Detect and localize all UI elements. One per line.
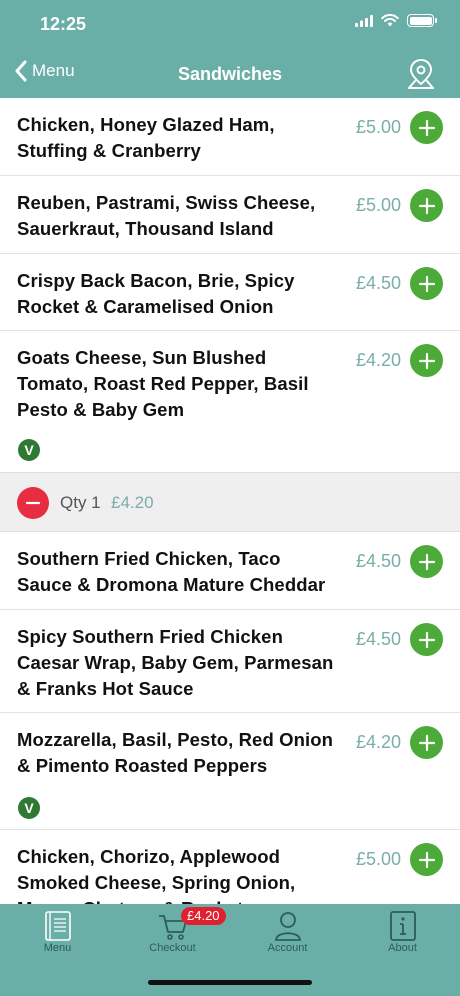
info-icon	[389, 911, 416, 941]
map-pin-icon	[408, 58, 434, 89]
menu-book-icon	[44, 911, 71, 941]
plus-icon	[418, 553, 435, 570]
list-item[interactable]: Spicy Southern Fried Chicken Caesar Wrap…	[0, 610, 460, 713]
add-button[interactable]	[410, 189, 443, 222]
minus-icon	[25, 501, 41, 505]
item-name: Southern Fried Chicken, Taco Sauce & Dro…	[17, 548, 326, 595]
quantity-label: Qty 1	[60, 493, 101, 512]
item-name: Goats Cheese, Sun Blushed Tomato, Roast …	[17, 347, 309, 420]
signal-icon	[355, 14, 373, 27]
item-name: Mozzarella, Basil, Pesto, Red Onion & Pi…	[17, 729, 334, 776]
list-item[interactable]: Mozzarella, Basil, Pesto, Red Onion & Pi…	[0, 713, 460, 830]
item-name: Chicken, Chorizo, Applewood Smoked Chees…	[17, 846, 296, 904]
tab-checkout-label: Checkout	[149, 942, 196, 954]
plus-icon	[418, 352, 435, 369]
item-name: Crispy Back Bacon, Brie, Spicy Rocket & …	[17, 270, 295, 317]
list-item[interactable]: Crispy Back Bacon, Brie, Spicy Rocket & …	[0, 254, 460, 331]
tab-menu[interactable]: Menu	[0, 904, 115, 996]
add-button[interactable]	[410, 843, 443, 876]
item-name: Reuben, Pastrami, Swiss Cheese, Sauerkra…	[17, 192, 316, 239]
item-price: £4.20	[355, 350, 401, 370]
quantity-row: Qty 1 £4.20	[0, 473, 460, 532]
item-price: £4.50	[355, 629, 401, 649]
item-price: £4.50	[355, 551, 401, 571]
add-button[interactable]	[410, 545, 443, 578]
add-button[interactable]	[410, 344, 443, 377]
item-name: Spicy Southern Fried Chicken Caesar Wrap…	[17, 626, 334, 699]
tab-menu-label: Menu	[43, 942, 72, 954]
add-button[interactable]	[410, 623, 443, 656]
vegetarian-badge: V	[18, 439, 40, 461]
menu-list[interactable]: Chicken, Honey Glazed Ham, Stuffing & Cr…	[0, 98, 460, 904]
item-price: £4.20	[355, 732, 401, 752]
status-time: 12:25	[40, 14, 87, 34]
page-title: Sandwiches	[177, 64, 283, 84]
plus-icon	[418, 631, 435, 648]
header: 12:25 Menu Sandwiches	[0, 0, 460, 98]
add-button[interactable]	[410, 267, 443, 300]
vegetarian-badge: V	[18, 797, 40, 819]
cart-total-badge: £4.20	[181, 907, 226, 925]
wifi-icon	[381, 14, 399, 27]
tab-account-label: Account	[267, 942, 308, 954]
item-name: Chicken, Honey Glazed Ham, Stuffing & Cr…	[17, 114, 275, 161]
add-button[interactable]	[410, 111, 443, 144]
plus-icon	[418, 197, 435, 214]
list-item[interactable]: Southern Fried Chicken, Taco Sauce & Dro…	[0, 532, 460, 610]
person-icon	[274, 912, 301, 941]
home-indicator	[148, 980, 312, 985]
tab-about-label: About	[388, 942, 417, 954]
plus-icon	[418, 275, 435, 292]
item-price: £5.00	[355, 849, 401, 869]
add-button[interactable]	[410, 726, 443, 759]
item-price: £4.50	[355, 273, 401, 293]
status-icons	[355, 14, 437, 27]
location-button[interactable]	[406, 58, 436, 90]
plus-icon	[418, 851, 435, 868]
list-item[interactable]: Chicken, Chorizo, Applewood Smoked Chees…	[0, 830, 460, 904]
battery-icon	[407, 14, 437, 27]
remove-button[interactable]	[17, 487, 49, 519]
item-price: £5.00	[355, 117, 401, 137]
plus-icon	[418, 734, 435, 751]
quantity-price: £4.20	[111, 493, 154, 512]
list-item[interactable]: Goats Cheese, Sun Blushed Tomato, Roast …	[0, 331, 460, 473]
list-item[interactable]: Reuben, Pastrami, Swiss Cheese, Sauerkra…	[0, 176, 460, 254]
list-item[interactable]: Chicken, Honey Glazed Ham, Stuffing & Cr…	[0, 98, 460, 176]
plus-icon	[418, 119, 435, 136]
item-price: £5.00	[355, 195, 401, 215]
tab-about[interactable]: About	[345, 904, 460, 996]
